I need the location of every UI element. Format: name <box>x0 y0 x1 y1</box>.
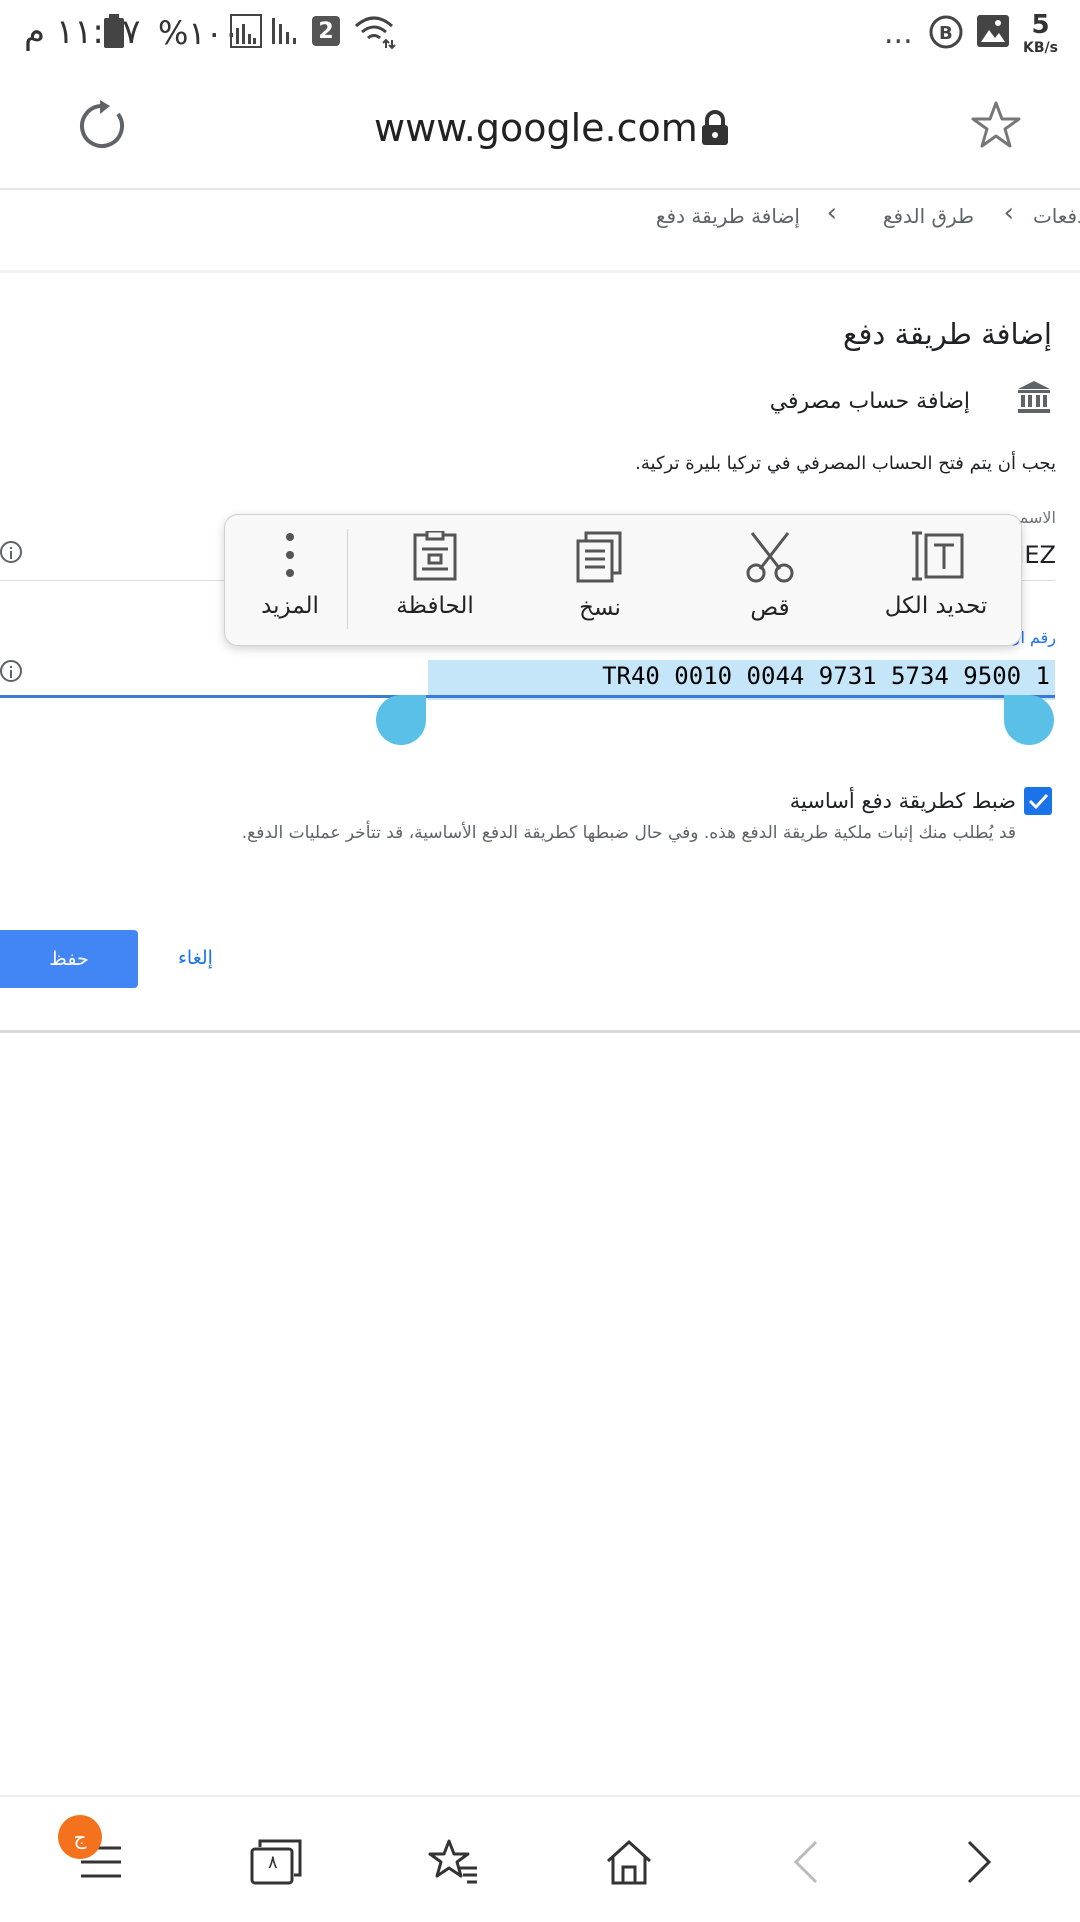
currency-notice: يجب أن يتم فتح الحساب المصرفي في تركيا ب… <box>635 453 1056 474</box>
clipboard-menu-item[interactable]: الحافظة <box>365 515 505 645</box>
select-all-label: تحديد الكل <box>884 593 988 619</box>
breadcrumb: دفعات › طرق الدفع › إضافة طريقة دفع <box>0 190 1080 273</box>
select-all-menu-item[interactable]: تحديد الكل <box>861 515 1011 645</box>
name-field-label: الاسم <box>1018 508 1056 527</box>
select-all-icon <box>912 531 964 581</box>
notification-badge: ج <box>58 1815 102 1859</box>
name-field-value[interactable]: IEZ <box>1017 541 1056 569</box>
b-app-icon: B <box>929 15 963 49</box>
add-payment-form: إضافة طريقة دفع إضافة حساب مصرفي يجب أن … <box>0 275 1080 1033</box>
copy-menu-item[interactable]: نسخ <box>535 515 665 645</box>
home-icon <box>606 1839 652 1885</box>
text-selection-menu: المزيد الحافظة نسخ قص تحديد الكل <box>224 514 1022 646</box>
bank-icon <box>1018 381 1050 413</box>
info-icon[interactable] <box>0 660 22 682</box>
home-button[interactable] <box>594 1827 664 1897</box>
url-bar: www.google.com <box>0 70 1080 190</box>
sim-2-icon: 2 <box>312 16 340 46</box>
selection-handle-end[interactable] <box>1004 695 1054 745</box>
tabs-button[interactable]: ٨ <box>241 1827 311 1897</box>
copy-label: نسخ <box>579 595 621 621</box>
check-icon <box>1028 793 1049 810</box>
iban-input[interactable]: TR40 0010 0044 9731 5734 9500 1 <box>602 662 1050 690</box>
menu-divider <box>347 529 348 629</box>
breadcrumb-separator: › <box>1003 198 1014 228</box>
iban-field-underline <box>0 695 1055 698</box>
breadcrumb-separator: › <box>826 198 837 228</box>
save-button[interactable]: حفظ <box>0 930 138 988</box>
star-icon[interactable] <box>970 100 1022 150</box>
image-icon <box>977 15 1009 47</box>
default-payment-description: قد يُطلب منك إثبات ملكية طريقة الدفع هذه… <box>241 823 1016 843</box>
more-label: المزيد <box>261 593 319 619</box>
url-text[interactable]: www.google.com <box>374 106 698 150</box>
net-speed: 5 KB/s <box>1023 10 1058 56</box>
clipboard-label: الحافظة <box>396 593 474 619</box>
clipboard-icon <box>413 531 457 581</box>
back-icon <box>793 1840 818 1884</box>
forward-button[interactable] <box>945 1827 1015 1897</box>
breadcrumb-item-add-payment-method: إضافة طريقة دفع <box>655 204 800 228</box>
more-vertical-icon <box>286 533 294 577</box>
cancel-link[interactable]: إلغاء <box>178 947 213 969</box>
breadcrumb-item-payment-methods[interactable]: طرق الدفع <box>883 204 974 228</box>
bookmarks-icon <box>428 1839 477 1884</box>
lock-icon <box>702 110 728 145</box>
svg-text:B: B <box>939 23 953 44</box>
cut-menu-item[interactable]: قص <box>705 515 835 645</box>
battery-icon <box>104 14 124 48</box>
scissors-icon <box>746 532 794 583</box>
cut-label: قص <box>750 595 790 621</box>
forward-icon <box>967 1840 992 1884</box>
default-payment-checkbox[interactable] <box>1024 787 1052 815</box>
more-menu-item[interactable]: المزيد <box>245 515 335 645</box>
signal-icon <box>230 14 262 48</box>
back-button[interactable] <box>770 1827 840 1897</box>
selection-handle-start[interactable] <box>376 695 426 745</box>
breadcrumb-item-payments[interactable]: دفعات <box>1033 204 1080 228</box>
copy-icon <box>576 531 622 583</box>
default-payment-label: ضبط كطريقة دفع أساسية <box>789 789 1016 813</box>
wifi-icon <box>355 16 396 50</box>
bottom-navigation: ج ٨ <box>0 1795 1080 1922</box>
signal-icon <box>272 18 296 44</box>
bookmarks-button[interactable] <box>418 1827 488 1897</box>
overflow-icon: ... <box>884 16 913 51</box>
bank-account-label: إضافة حساب مصرفي <box>769 389 970 414</box>
battery-percent: %١٠٠ <box>158 14 240 52</box>
info-icon[interactable] <box>0 541 22 563</box>
page-title: إضافة طريقة دفع <box>843 317 1052 351</box>
reload-icon[interactable] <box>78 98 130 150</box>
status-bar: ١١:٤٧ م %١٠٠ 2 ... B 5 KB/s <box>0 0 1080 70</box>
tabs-count: ٨ <box>268 1852 278 1873</box>
